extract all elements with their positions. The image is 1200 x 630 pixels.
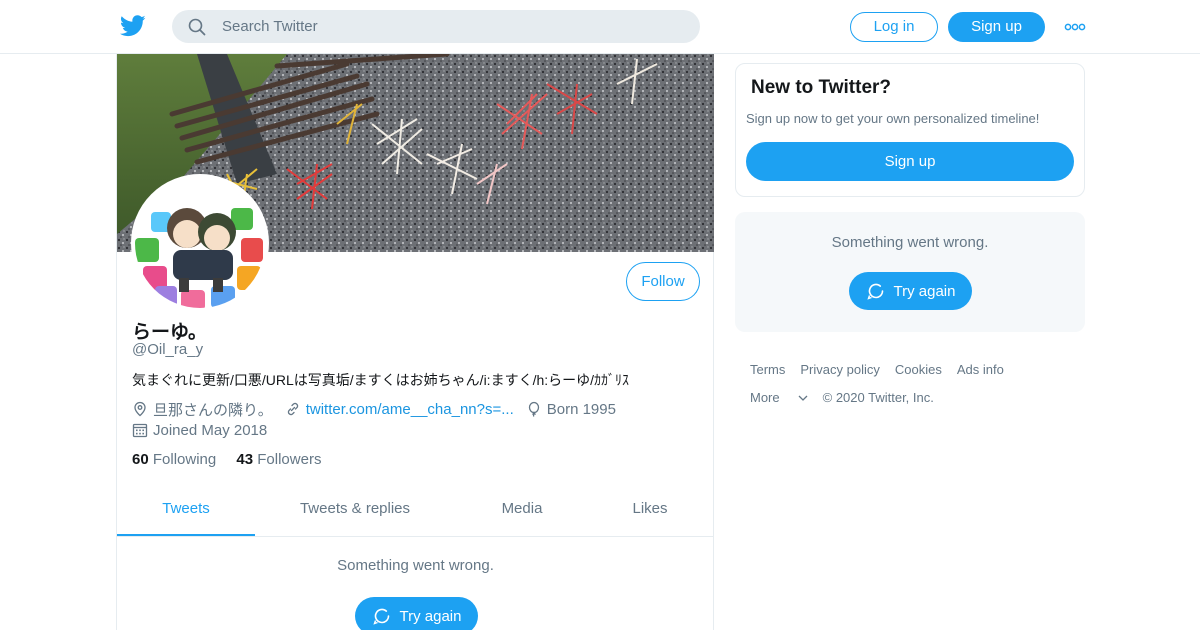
signup-card-button[interactable]: Sign up — [746, 142, 1074, 181]
profile-meta-row: 旦那さんの隣り。 twitter.com/ame__cha_nn?s=... B… — [132, 399, 628, 419]
calendar-icon — [132, 423, 148, 438]
profile-birthday: Born 1995 — [526, 401, 616, 418]
sidebar-retry-button[interactable]: Try again — [849, 272, 972, 310]
profile-name: らーゆ。 — [132, 322, 208, 343]
footer-more-label: More — [750, 390, 780, 405]
footer-privacy-link[interactable]: Privacy policy — [800, 362, 879, 377]
footer-more-link[interactable]: More — [750, 390, 808, 405]
following-count: 60 — [132, 451, 149, 468]
refresh-icon — [372, 608, 389, 625]
avatar[interactable] — [131, 174, 269, 312]
profile-stats: 60 Following 43 Followers — [132, 451, 337, 468]
profile-joined: Joined May 2018 — [132, 422, 267, 439]
footer-ads-link[interactable]: Ads info — [957, 362, 1004, 377]
timeline-retry-button[interactable]: Try again — [355, 597, 478, 630]
tab-tweets[interactable]: Tweets — [117, 486, 255, 536]
timeline-error-message: Something went wrong. — [337, 557, 494, 574]
tab-media[interactable]: Media — [482, 486, 562, 536]
followers-stat[interactable]: 43 Followers — [236, 451, 321, 468]
timeline-retry-label: Try again — [399, 607, 462, 625]
sidebar-retry-label: Try again — [893, 282, 956, 300]
follow-button[interactable]: Follow — [626, 262, 700, 301]
search-icon — [188, 18, 206, 36]
profile-location: 旦那さんの隣り。 — [132, 399, 273, 420]
profile-joined-row: Joined May 2018 — [132, 420, 279, 440]
sidebar-error-message: Something went wrong. — [831, 234, 989, 251]
refresh-icon — [866, 283, 883, 300]
signup-button[interactable]: Sign up — [948, 12, 1045, 42]
tab-likes[interactable]: Likes — [614, 486, 686, 536]
signup-card: New to Twitter? Sign up now to get your … — [735, 63, 1085, 197]
followers-count: 43 — [236, 451, 254, 468]
balloon-icon — [528, 401, 539, 417]
followers-label: Followers — [257, 451, 322, 468]
footer-copyright: © 2020 Twitter, Inc. — [822, 390, 934, 405]
location-text: 旦那さんの隣り。 — [153, 401, 273, 419]
signup-card-text: Sign up now to get your own personalized… — [746, 111, 1040, 126]
profile-handle: @Oil_ra_y — [132, 341, 204, 358]
link-icon — [287, 402, 298, 416]
more-dots-icon[interactable] — [1064, 20, 1086, 34]
twitter-bird-icon[interactable] — [120, 14, 146, 38]
profile-bio: 気まぐれに更新/口悪/URLは写真垢/ますくはお姉ちゃん/i:ますく/h:らーゆ… — [132, 372, 630, 388]
top-navigation-bar: Log in Sign up — [0, 0, 1200, 54]
search-bar — [172, 10, 700, 43]
profile-column: Follow らーゆ。 @Oil_ra_y 気まぐれに更新/口悪/URLは写真垢… — [116, 54, 714, 630]
born-text: Born 1995 — [546, 400, 616, 418]
login-button[interactable]: Log in — [850, 12, 938, 42]
signup-card-title: New to Twitter? — [751, 77, 892, 98]
search-input[interactable] — [222, 10, 682, 43]
tab-tweets-replies[interactable]: Tweets & replies — [285, 486, 425, 536]
profile-url-link[interactable]: twitter.com/ame__cha_nn?s=... — [306, 401, 514, 418]
location-icon — [134, 401, 146, 417]
footer-cookies-link[interactable]: Cookies — [895, 362, 942, 377]
profile-tabs: Tweets Tweets & replies Media Likes — [117, 486, 714, 537]
following-label: Following — [152, 451, 217, 468]
profile-url[interactable]: twitter.com/ame__cha_nn?s=... — [285, 401, 514, 418]
sidebar-error-card: Something went wrong. Try again — [735, 212, 1085, 332]
joined-text: Joined May 2018 — [153, 421, 268, 439]
chevron-down-icon — [798, 395, 808, 401]
following-stat[interactable]: 60 Following — [132, 451, 216, 468]
footer-links: Terms Privacy policy Cookies Ads info Mo… — [750, 362, 1070, 418]
footer-terms-link[interactable]: Terms — [750, 362, 785, 377]
